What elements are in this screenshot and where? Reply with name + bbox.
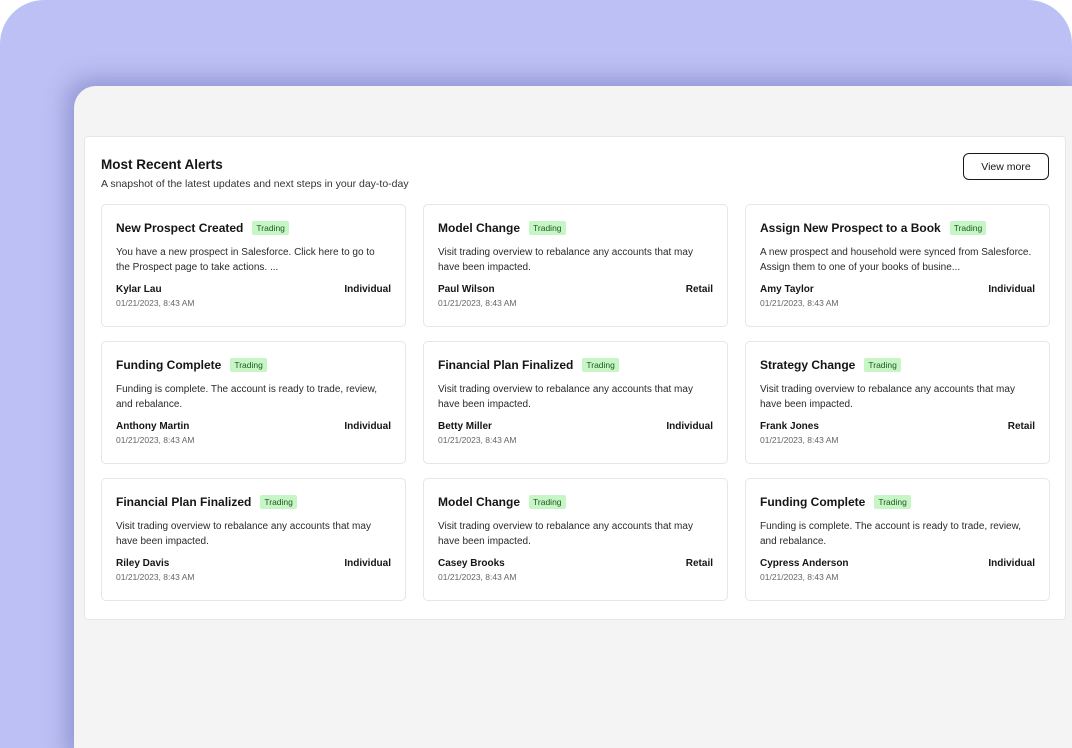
alert-title: Funding Complete — [760, 495, 866, 509]
alert-title: Financial Plan Finalized — [438, 358, 574, 372]
client-name: Paul Wilson — [438, 284, 495, 295]
account-type: Retail — [685, 284, 713, 295]
alert-description: You have a new prospect in Salesforce. C… — [116, 247, 375, 273]
alert-card-header: Model Change Trading — [438, 494, 713, 510]
alert-footer: Amy Taylor Individual — [760, 284, 1035, 295]
category-badge: Trading — [529, 495, 566, 509]
alert-timestamp: 01/21/2023, 8:43 AM — [760, 572, 839, 582]
alert-timestamp: 01/21/2023, 8:43 AM — [438, 298, 517, 308]
client-name: Betty Miller — [438, 421, 492, 432]
alert-footer: Riley Davis Individual — [116, 558, 391, 569]
account-type: Individual — [988, 558, 1035, 569]
alert-title: New Prospect Created — [116, 221, 244, 235]
account-type: Retail — [1007, 421, 1035, 432]
account-type: Individual — [344, 558, 391, 569]
alert-description: Funding is complete. The account is read… — [116, 384, 378, 410]
alert-card[interactable]: Strategy Change Trading Visit trading ov… — [745, 341, 1050, 464]
background-frame: Most Recent Alerts A snapshot of the lat… — [0, 0, 1072, 748]
app-screen: Most Recent Alerts A snapshot of the lat… — [74, 86, 1072, 748]
account-type: Retail — [685, 558, 713, 569]
alert-footer: Betty Miller Individual — [438, 421, 713, 432]
alert-card-header: New Prospect Created Trading — [116, 220, 391, 236]
category-badge: Trading — [582, 358, 619, 372]
alert-description: Funding is complete. The account is read… — [760, 521, 1022, 547]
alert-description: A new prospect and household were synced… — [760, 247, 1032, 273]
alert-card-header: Funding Complete Trading — [116, 357, 391, 373]
client-name: Cypress Anderson — [760, 558, 849, 569]
category-badge: Trading — [230, 358, 267, 372]
alert-card-header: Assign New Prospect to a Book Trading — [760, 220, 1035, 236]
category-badge: Trading — [260, 495, 297, 509]
alert-card-header: Strategy Change Trading — [760, 357, 1035, 373]
alert-timestamp: 01/21/2023, 8:43 AM — [116, 435, 195, 445]
alert-footer: Kylar Lau Individual — [116, 284, 391, 295]
alert-card-header: Financial Plan Finalized Trading — [438, 357, 713, 373]
category-badge: Trading — [864, 358, 901, 372]
alert-footer: Cypress Anderson Individual — [760, 558, 1035, 569]
alert-card-header: Financial Plan Finalized Trading — [116, 494, 391, 510]
alert-title: Strategy Change — [760, 358, 856, 372]
account-type: Individual — [344, 421, 391, 432]
alert-card[interactable]: Financial Plan Finalized Trading Visit t… — [423, 341, 728, 464]
alert-timestamp: 01/21/2023, 8:43 AM — [438, 435, 517, 445]
account-type: Individual — [666, 421, 713, 432]
alert-timestamp: 01/21/2023, 8:43 AM — [438, 572, 517, 582]
alert-timestamp: 01/21/2023, 8:43 AM — [116, 572, 195, 582]
alerts-grid: New Prospect Created Trading You have a … — [101, 204, 1050, 601]
alert-timestamp: 01/21/2023, 8:43 AM — [760, 435, 839, 445]
category-badge: Trading — [529, 221, 566, 235]
client-name: Frank Jones — [760, 421, 819, 432]
alert-card[interactable]: Model Change Trading Visit trading overv… — [423, 204, 728, 327]
alert-footer: Frank Jones Retail — [760, 421, 1035, 432]
alert-description: Visit trading overview to rebalance any … — [438, 521, 693, 547]
alert-description: Visit trading overview to rebalance any … — [438, 384, 693, 410]
alert-timestamp: 01/21/2023, 8:43 AM — [760, 298, 839, 308]
client-name: Riley Davis — [116, 558, 170, 569]
alerts-panel: Most Recent Alerts A snapshot of the lat… — [84, 136, 1066, 620]
alert-card[interactable]: Assign New Prospect to a Book Trading A … — [745, 204, 1050, 327]
alert-title: Assign New Prospect to a Book — [760, 221, 941, 235]
account-type: Individual — [988, 284, 1035, 295]
client-name: Anthony Martin — [116, 421, 190, 432]
alert-footer: Casey Brooks Retail — [438, 558, 713, 569]
alert-card-header: Model Change Trading — [438, 220, 713, 236]
alert-title: Model Change — [438, 495, 521, 509]
alert-card[interactable]: Financial Plan Finalized Trading Visit t… — [101, 478, 406, 601]
alert-card[interactable]: Funding Complete Trading Funding is comp… — [101, 341, 406, 464]
alert-description: Visit trading overview to rebalance any … — [760, 384, 1015, 410]
view-more-button[interactable]: View more — [963, 153, 1049, 180]
alert-timestamp: 01/21/2023, 8:43 AM — [116, 298, 195, 308]
alert-title: Funding Complete — [116, 358, 222, 372]
category-badge: Trading — [949, 221, 987, 235]
client-name: Kylar Lau — [116, 284, 162, 295]
alert-title: Model Change — [438, 221, 521, 235]
panel-title: Most Recent Alerts — [101, 157, 223, 172]
alert-footer: Anthony Martin Individual — [116, 421, 391, 432]
alert-card[interactable]: Model Change Trading Visit trading overv… — [423, 478, 728, 601]
alert-card[interactable]: New Prospect Created Trading You have a … — [101, 204, 406, 327]
category-badge: Trading — [874, 495, 911, 509]
alert-description: Visit trading overview to rebalance any … — [438, 247, 693, 273]
alert-description: Visit trading overview to rebalance any … — [116, 521, 371, 547]
panel-subtitle: A snapshot of the latest updates and nex… — [101, 178, 409, 190]
client-name: Amy Taylor — [760, 284, 814, 295]
alert-title: Financial Plan Finalized — [116, 495, 252, 509]
client-name: Casey Brooks — [438, 558, 505, 569]
account-type: Individual — [344, 284, 391, 295]
alert-card-header: Funding Complete Trading — [760, 494, 1035, 510]
category-badge: Trading — [252, 221, 289, 235]
alert-card[interactable]: Funding Complete Trading Funding is comp… — [745, 478, 1050, 601]
alert-footer: Paul Wilson Retail — [438, 284, 713, 295]
